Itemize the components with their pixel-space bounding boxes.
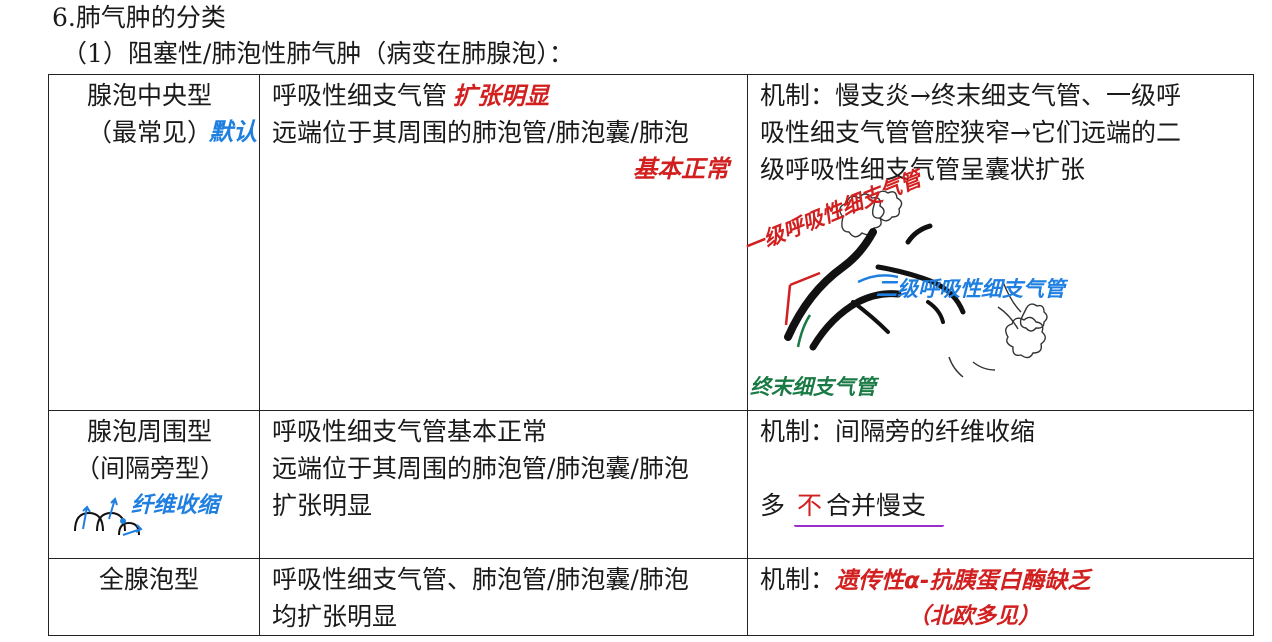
type-name: 腺泡周围型 <box>87 417 213 446</box>
handwritten-emphasis: 基本正常 <box>633 155 729 183</box>
mechanism-text: 多 <box>760 491 786 520</box>
handwritten-note-default: 默认 <box>209 118 257 146</box>
desc-text: 远端位于其周围的肺泡管/肺泡囊/肺泡 <box>272 454 689 483</box>
mechanism-cell: 机制：间隔旁的纤维收缩 多 不合并慢支 <box>747 410 1254 559</box>
handwritten-note-fibrous: 纤维收缩 <box>131 493 220 518</box>
emphasis-not: 不 <box>796 491 822 520</box>
desc-text: 扩张明显 <box>272 491 373 520</box>
type-subtitle: （最常见） <box>87 118 213 147</box>
subsection-heading: （1）阻塞性/肺泡性肺气肿（病变在肺腺泡）： <box>62 39 574 68</box>
description-cell: 呼吸性细支气管 扩张明显 远端位于其周围的肺泡管/肺泡囊/肺泡 基本正常 <box>259 74 748 411</box>
mechanism-text: 吸性细支气管管腔狭窄→它们远端的二 <box>760 118 1181 147</box>
mechanism-text: 机制：间隔旁的纤维收缩 <box>760 417 1036 446</box>
desc-text: 呼吸性细支气管基本正常 <box>272 417 548 446</box>
type-name: 全腺泡型 <box>99 565 200 594</box>
type-cell: 全腺泡型 <box>48 558 260 636</box>
table-row-panacinar: 全腺泡型 呼吸性细支气管、肺泡管/肺泡囊/肺泡 均扩张明显 机制：遗传性α-抗胰… <box>48 558 1254 636</box>
desc-text: 呼吸性细支气管 <box>272 81 448 110</box>
diagram-label-terminal: 终末细支气管 <box>750 375 876 399</box>
desc-text: 均扩张明显 <box>272 602 398 631</box>
handwritten-cause: 遗传性α-抗胰蛋白酶缺乏 <box>835 568 1091 594</box>
emphysema-classification-table: 腺泡中央型 （最常见） 默认 呼吸性细支气管 扩张明显 远端位于其周围的肺泡管/肺… <box>48 74 1254 636</box>
table-row-paraseptal: 腺泡周围型 （间隔旁型） 纤维收缩 呼吸性细支气管基本正常 远端位于其周围的肺泡… <box>48 410 1254 559</box>
description-cell: 呼吸性细支气管、肺泡管/肺泡囊/肺泡 均扩张明显 <box>259 558 748 636</box>
diagram-label-second-respiratory: 二级呼吸性细支气管 <box>876 277 1065 301</box>
type-cell: 腺泡中央型 （最常见） 默认 <box>48 74 260 411</box>
description-cell: 呼吸性细支气管基本正常 远端位于其周围的肺泡管/肺泡囊/肺泡 扩张明显 <box>259 410 748 559</box>
type-name: 腺泡中央型 <box>87 81 213 110</box>
mechanism-text: 级呼吸性细支气管呈囊状扩张 <box>760 155 1086 184</box>
type-subtitle: （间隔旁型） <box>75 454 226 483</box>
type-cell: 腺泡周围型 （间隔旁型） 纤维收缩 <box>48 410 260 559</box>
purple-underline <box>794 525 944 527</box>
mechanism-text: 合并慢支 <box>825 491 926 520</box>
desc-text: 呼吸性细支气管、肺泡管/肺泡囊/肺泡 <box>272 565 689 594</box>
handwritten-note-nordic: （北欧多见） <box>908 604 1041 629</box>
mechanism-cell: 机制：慢支炎→终末细支气管、一级呼 吸性细支气管管腔狭窄→它们远端的二 级呼吸性… <box>740 74 1254 411</box>
desc-text: 远端位于其周围的肺泡管/肺泡囊/肺泡 <box>272 118 689 147</box>
section-heading: 6.肺气肿的分类 <box>52 3 226 32</box>
table-row-centriacinar: 腺泡中央型 （最常见） 默认 呼吸性细支气管 扩张明显 远端位于其周围的肺泡管/肺… <box>48 74 1254 411</box>
mechanism-cell: 机制：遗传性α-抗胰蛋白酶缺乏 （北欧多见） <box>747 558 1254 636</box>
mechanism-label: 机制： <box>760 565 836 594</box>
mechanism-text: 机制：慢支炎→终末细支气管、一级呼 <box>760 81 1181 110</box>
handwritten-emphasis: 扩张明显 <box>453 82 550 110</box>
